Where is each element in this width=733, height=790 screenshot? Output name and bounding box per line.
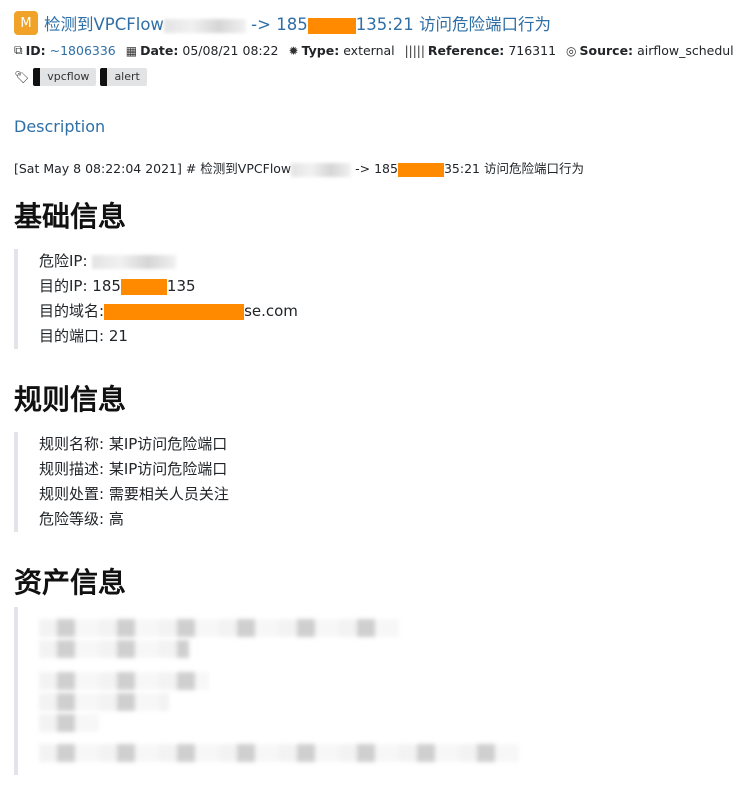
reference-value: 716311: [508, 43, 557, 58]
redacted-asset-line: [39, 640, 189, 658]
redacted-danger-ip: [92, 254, 177, 269]
tag-alert[interactable]: alert: [100, 68, 147, 86]
danger-ip-label: 危险IP:: [39, 252, 93, 270]
basic-info-heading: 基础信息: [14, 200, 127, 233]
dest-ip-line: 目的IP: 185 135: [39, 274, 298, 299]
redacted-asset-line: [39, 714, 99, 732]
tags-icon: 🏷: [14, 70, 30, 84]
meta-reference: ||||| Reference: 716311: [405, 43, 556, 58]
title-suffix: 135:21 访问危险端口行为: [355, 15, 551, 34]
reference-label: Reference:: [427, 43, 505, 58]
title-prefix: 检测到VPCFlow: [44, 15, 164, 34]
redacted-dest-ip: [307, 17, 356, 34]
gear-icon: ✹: [288, 43, 299, 58]
tag-label: alert: [107, 68, 147, 86]
alert-meta-row: ⧉ ID: ~1806336 ▦ Date: 05/08/21 08:22 ✹ Type:…: [14, 43, 733, 58]
domain-label: 目的域名:: [39, 302, 105, 320]
dest-ip-label: 目的IP: 185: [39, 277, 121, 295]
description-suffix: 35:21 访问危险端口行为: [443, 161, 584, 176]
redacted-dest-ip: [397, 162, 444, 177]
redacted-dest-ip: [120, 278, 167, 295]
description-mid: -> 185: [351, 161, 398, 176]
meta-type: ✹ Type: external: [289, 43, 395, 58]
barcode-icon: |||||: [404, 43, 425, 58]
id-link[interactable]: ~1806336: [50, 43, 116, 58]
meta-source: ◎Source:airflow_scheduler: [566, 43, 733, 58]
redacted-asset-line: [39, 693, 169, 711]
calendar-icon: ▦: [125, 43, 138, 58]
redacted-asset-line: [39, 744, 519, 762]
domain-tail: se.com: [244, 302, 298, 320]
rule-info-heading: 规则信息: [14, 383, 127, 416]
tags-row: 🏷 vpcflow alert: [14, 68, 151, 86]
type-value: external: [343, 43, 395, 58]
alert-title-row: M 检测到VPCFlow -> 185 135:21 访问危险端口行为: [14, 10, 551, 36]
meta-id: ⧉ ID: ~1806336: [14, 43, 116, 58]
redacted-source-ip: [163, 18, 246, 33]
alert-title-link[interactable]: 检测到VPCFlow -> 185 135:21 访问危险端口行为: [44, 11, 551, 35]
basic-info-block: 危险IP: 目的IP: 185 135 目的域名: se.com 目的端口: 21: [14, 249, 298, 349]
rule-name-line: 规则名称: 某IP访问危险端口: [39, 435, 228, 453]
danger-ip-line: 危险IP:: [39, 249, 298, 274]
redacted-asset-line: [39, 619, 399, 637]
source-label: Source:: [579, 43, 634, 58]
description-line: [Sat May 8 08:22:04 2021] # 检测到VPCFlow -…: [14, 158, 584, 177]
rule-desc-line: 规则描述: 某IP访问危险端口: [39, 460, 228, 478]
risk-level-line: 危险等级: 高: [39, 510, 124, 528]
rule-info-block: 规则名称: 某IP访问危险端口 规则描述: 某IP访问危险端口 规则处置: 需要…: [14, 432, 229, 532]
dest-ip-tail: 135: [166, 277, 196, 295]
tag-vpcflow[interactable]: vpcflow: [33, 68, 97, 86]
redacted-source-ip: [291, 162, 352, 177]
description-heading: Description: [14, 117, 106, 136]
source-icon: ◎: [566, 43, 577, 58]
title-mid: -> 185: [245, 15, 308, 34]
tag-label: vpcflow: [40, 68, 97, 86]
id-label: ID:: [25, 43, 46, 58]
copy-icon: ⧉: [14, 43, 23, 57]
domain-line: 目的域名: se.com: [39, 299, 298, 324]
rule-action-line: 规则处置: 需要相关人员关注: [39, 485, 229, 503]
asset-info-heading: 资产信息: [14, 566, 127, 599]
date-label: Date:: [140, 43, 179, 58]
asset-info-block: [14, 607, 539, 775]
port-line: 目的端口: 21: [39, 327, 128, 345]
source-value: airflow_scheduler: [637, 43, 733, 58]
severity-badge: M: [14, 11, 38, 35]
type-label: Type:: [301, 43, 340, 58]
description-prefix: [Sat May 8 08:22:04 2021] # 检测到VPCFlow: [14, 161, 292, 176]
redacted-asset-line: [39, 672, 209, 690]
date-value: 05/08/21 08:22: [182, 43, 279, 58]
meta-date: ▦ Date: 05/08/21 08:22: [126, 43, 279, 58]
redacted-domain: [104, 303, 245, 320]
